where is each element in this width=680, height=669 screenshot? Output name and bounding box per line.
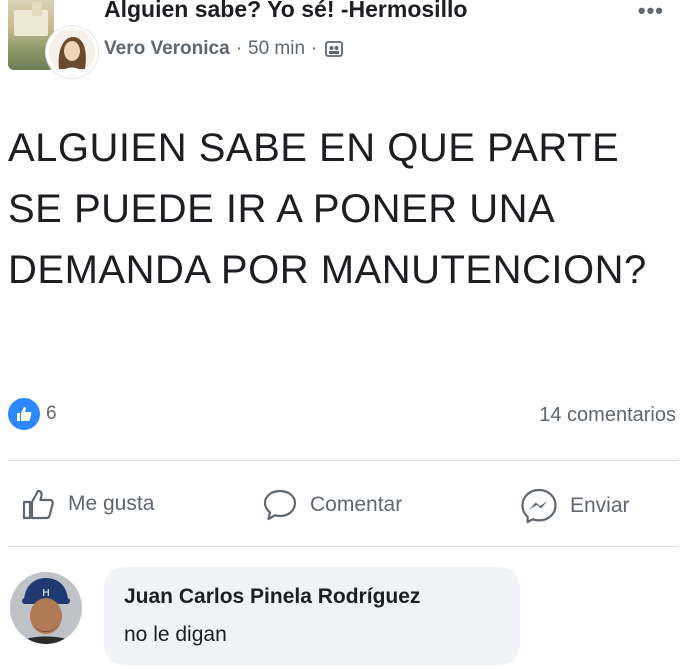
like-button[interactable]: Me gusta	[22, 488, 154, 520]
divider-bottom	[8, 546, 678, 547]
send-button[interactable]: Enviar	[520, 488, 630, 524]
like-badge-icon	[8, 398, 40, 430]
group-title[interactable]: Alguien sabe? Yo sé! -Hermosillo	[104, 0, 467, 23]
commenter-avatar[interactable]: H	[10, 572, 82, 644]
comment-text: no le digan	[124, 623, 227, 646]
post-time[interactable]: 50 min	[248, 38, 305, 60]
reaction-summary[interactable]: 6	[8, 398, 57, 430]
like-label: Me gusta	[68, 492, 155, 515]
tower-graphic	[32, 2, 42, 16]
comment-count-link[interactable]: 14 comentarios	[539, 404, 676, 427]
comment-label: Comentar	[310, 493, 403, 516]
comment-bubble: Juan Carlos Pinela Rodríguez no le digan	[104, 567, 520, 665]
man-avatar-icon: H	[10, 572, 82, 644]
post-meta: Vero Veronica · 50 min ·	[104, 38, 344, 60]
comment-bubble-icon	[263, 489, 297, 521]
messenger-icon	[521, 488, 557, 524]
comment-author[interactable]: Juan Carlos Pinela Rodríguez	[124, 585, 420, 609]
author-avatar[interactable]	[46, 26, 98, 78]
woman-avatar-icon	[49, 29, 95, 75]
send-label: Enviar	[570, 494, 630, 517]
meta-separator: ·	[235, 38, 243, 59]
reaction-count: 6	[46, 403, 57, 424]
post-body-text: ALGUIEN SABE EN QUE PARTE SE PUEDE IR A …	[8, 126, 647, 292]
thumbs-up-icon	[22, 489, 54, 520]
author-name[interactable]: Vero Veronica	[104, 38, 230, 60]
comment-item: H Juan Carlos Pinela Rodríguez no le dig…	[0, 562, 680, 669]
divider-top	[8, 460, 678, 461]
post-header: Alguien sabe? Yo sé! -Hermosillo Vero Ve…	[0, 0, 680, 90]
building-graphic	[14, 10, 48, 36]
svg-text:H: H	[42, 588, 50, 599]
more-options-icon[interactable]: •••	[638, 0, 664, 24]
post-action-bar: Me gusta Comentar Enviar	[0, 478, 680, 534]
meta-separator-2: ·	[311, 38, 318, 59]
group-icon	[325, 41, 344, 57]
comment-button[interactable]: Comentar	[262, 488, 402, 522]
